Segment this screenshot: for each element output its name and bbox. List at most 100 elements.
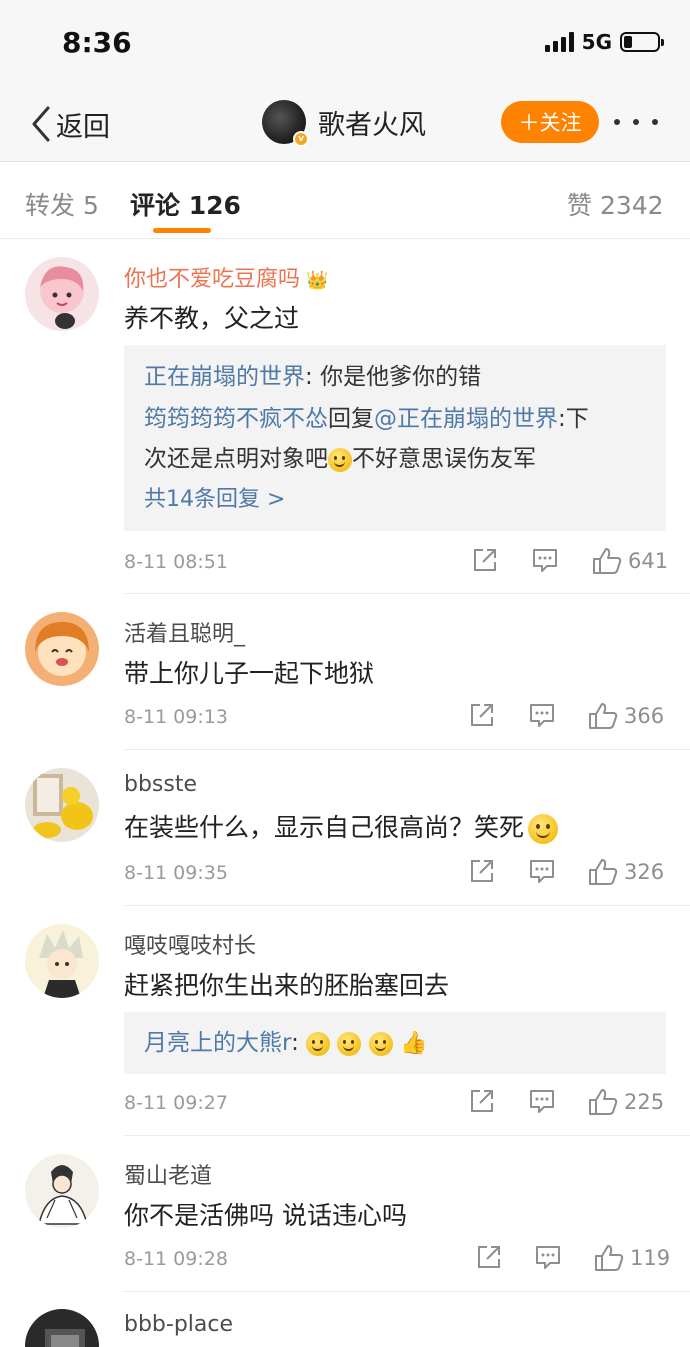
avatar[interactable] [25, 257, 99, 331]
comment-date: 8-11 09:28 [124, 1248, 228, 1270]
laugh-emoji-icon [328, 447, 352, 472]
reply-text: 你是他爹你的错 [320, 364, 482, 390]
like-count: 326 [624, 860, 665, 884]
reply-text: 次还是点明对象吧 [144, 446, 328, 472]
comment-date: 8-11 08:51 [124, 551, 228, 573]
profile-avatar[interactable]: v [262, 100, 309, 147]
comment-date: 8-11 09:13 [124, 706, 228, 728]
reply-username[interactable]: 筠筠筠筠不疯不怂 [144, 406, 328, 432]
divider [124, 1135, 690, 1136]
laugh-emoji-icon [368, 1031, 393, 1056]
share-icon [478, 1246, 500, 1268]
reply-separator: : [305, 364, 321, 390]
reply-line: 筠筠筠筠不疯不怂回复@正在崩塌的世界:下 [144, 399, 646, 439]
comment-meta: 8-11 09:28 119 [124, 1244, 670, 1278]
share-button[interactable] [469, 858, 495, 884]
like-button[interactable]: 366 [588, 702, 664, 730]
share-button[interactable] [469, 1088, 495, 1114]
share-icon [471, 1090, 493, 1112]
follow-button[interactable]: ＋关注 [501, 101, 599, 143]
tab-comments[interactable]: 评论 126 [130, 186, 241, 222]
comment-username[interactable]: bbsste [124, 772, 197, 797]
reply-username[interactable]: 正在崩塌的世界 [144, 364, 305, 390]
divider [124, 905, 690, 906]
comment-username[interactable]: bbb-place [124, 1312, 233, 1337]
comment-username-text[interactable]: 你也不爱吃豆腐吗 [124, 267, 300, 292]
avatar[interactable] [25, 1154, 99, 1228]
like-button[interactable]: 641 [592, 547, 668, 575]
reply-button[interactable] [532, 547, 558, 573]
avatar[interactable] [25, 924, 99, 998]
nav-bar: 返回 v 歌者火风 ＋关注 [0, 88, 690, 162]
like-icon [593, 548, 622, 574]
reply-line: 正在崩塌的世界: 你是他爹你的错 [144, 357, 646, 397]
reply-separator: : [291, 1030, 307, 1056]
laugh-emoji-icon [306, 1031, 331, 1056]
tab-likes[interactable]: 赞 2342 [567, 186, 664, 222]
share-icon [471, 860, 493, 882]
comment-date: 8-11 09:27 [124, 1092, 228, 1114]
share-icon [474, 549, 496, 571]
comment-text: 养不教，父之过 [124, 304, 300, 333]
divider [124, 749, 690, 750]
comment-username[interactable]: 嘎吱嘎吱村长 [124, 928, 256, 960]
reply-button[interactable] [529, 702, 555, 728]
share-button[interactable] [469, 702, 495, 728]
like-icon [589, 859, 618, 885]
reply-button[interactable] [529, 858, 555, 884]
reply-separator: : [558, 406, 566, 432]
profile-header[interactable]: v 歌者火风 [262, 100, 426, 147]
divider [124, 593, 690, 594]
avatar[interactable] [25, 612, 99, 686]
reply-keyword: 回复 [328, 406, 374, 432]
reply-line: 月亮上的大熊r: 👍 [144, 1024, 646, 1063]
reply-box[interactable]: 月亮上的大熊r: 👍 [124, 1012, 666, 1074]
reply-box[interactable]: 正在崩塌的世界: 你是他爹你的错 筠筠筠筠不疯不怂回复@正在崩塌的世界:下 次还… [124, 345, 666, 531]
back-button[interactable]: 返回 [30, 104, 110, 144]
comment-meta: 8-11 09:13 366 [124, 702, 666, 736]
network-label: 5G [581, 30, 612, 54]
avatar[interactable] [25, 1309, 99, 1347]
comment-text: 赶紧把你生出来的胚胎塞回去 [124, 971, 450, 1000]
more-replies-link[interactable]: 共14条回复 > [144, 481, 646, 519]
comment-username[interactable]: 活着且聪明_ [124, 616, 245, 648]
tab-repost[interactable]: 转发 5 [25, 186, 99, 222]
reply-mention[interactable]: @正在崩塌的世界 [374, 406, 558, 432]
comment-username[interactable]: 蜀山老道 [124, 1158, 212, 1190]
comment-date: 8-11 09:35 [124, 862, 228, 884]
battery-icon [620, 32, 664, 52]
comment-username[interactable]: 你也不爱吃豆腐吗 👑 [124, 261, 328, 293]
reply-username[interactable]: 月亮上的大熊r [144, 1030, 291, 1056]
comment-icon [530, 860, 554, 883]
crown-icon: 👑 [306, 269, 329, 291]
comment-meta: 8-11 08:51 641 [124, 547, 668, 581]
comment-meta: 8-11 09:35 326 [124, 858, 666, 892]
verified-badge-icon: v [293, 131, 309, 147]
like-button[interactable]: 225 [588, 1088, 664, 1116]
signal-icon [544, 32, 574, 52]
status-icons: 5G [544, 30, 664, 54]
comment-text: 你不是活佛吗 说话违心吗 [124, 1201, 407, 1230]
comment-text-content: 在装些什么，显示自己很高尚？笑死 [124, 813, 525, 842]
like-icon [589, 1089, 618, 1115]
comment-meta: 8-11 09:27 225 [124, 1088, 666, 1122]
share-button[interactable] [476, 1244, 502, 1270]
like-count: 119 [630, 1246, 671, 1270]
comment-icon [530, 1090, 554, 1113]
status-bar: 8:36 5G [0, 0, 690, 88]
laugh-emoji-icon [337, 1031, 362, 1056]
like-count: 641 [628, 549, 669, 573]
share-button[interactable] [472, 547, 498, 573]
reply-button[interactable] [529, 1088, 555, 1114]
reply-button[interactable] [535, 1244, 561, 1270]
status-time: 8:36 [62, 26, 132, 59]
more-dots-icon[interactable] [614, 107, 658, 137]
comment-text: 在装些什么，显示自己很高尚？笑死 [124, 808, 559, 844]
profile-name[interactable]: 歌者火风 [318, 103, 426, 142]
like-icon [595, 1245, 624, 1271]
like-button[interactable]: 119 [594, 1244, 670, 1272]
avatar[interactable] [25, 768, 99, 842]
reply-line: 次还是点明对象吧 不好意思误伤友军 [144, 439, 646, 479]
like-count: 225 [624, 1090, 665, 1114]
like-button[interactable]: 326 [588, 858, 664, 886]
